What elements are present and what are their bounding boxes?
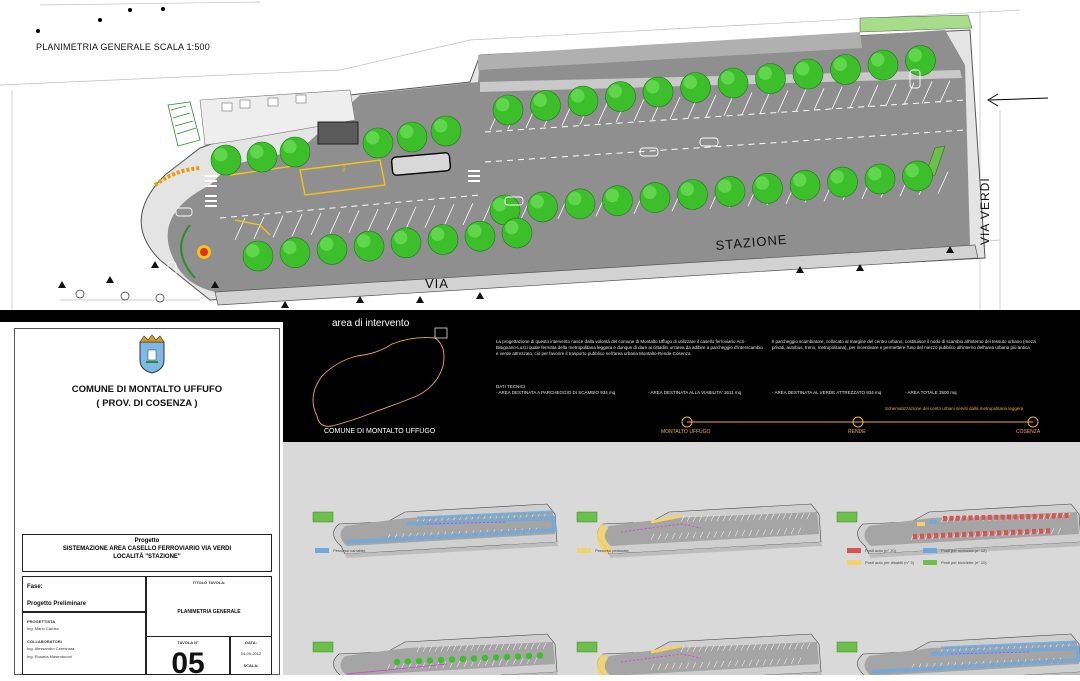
legend-moto-spaces: Posti per motocicli (n° 12) [941, 548, 987, 553]
tree-icon [242, 240, 274, 272]
tree-icon [677, 179, 708, 210]
mini-plan [836, 633, 1080, 675]
tree-icon [316, 234, 348, 265]
mini-plan [576, 633, 822, 675]
designer-name: Ing. Mario Caruso [27, 626, 59, 631]
legend-car-spaces: Posti auto (n° 70) [865, 548, 896, 553]
street-label-via: VIA [425, 276, 449, 291]
sheet-number-label: TAVOLA N° [177, 640, 199, 645]
project-box: Progetto SISTEMAZIONE AREA CASELLO FERRO… [22, 534, 272, 572]
tree-icon [564, 188, 596, 220]
technical-data-2: - AREA DESTINATA ALLA VIABILITA' 1611 mq [648, 390, 742, 395]
tree-icon [830, 54, 861, 85]
sheet-title-label: TITOLO TAVOLA: [192, 580, 226, 585]
phase-box: Fase: Progetto Preliminare [22, 576, 146, 612]
phase-label: Fase: [27, 584, 43, 590]
tree-icon [567, 85, 599, 117]
tree-icon [752, 173, 783, 204]
legend-swatch-moto [923, 548, 937, 553]
legend-swatch-cars [847, 548, 861, 553]
municipality-name: COMUNE DI MONTALTO UFFUFO [71, 384, 223, 395]
tree-icon [492, 94, 524, 126]
diagram-grid: Percorso carrabile Percorso pedonale Pos… [283, 442, 1080, 675]
tree-icon [210, 144, 242, 176]
stop-rende: RENDE [848, 429, 866, 435]
collaborator-1: Ing. Alessandro Cerminara [27, 646, 75, 651]
designer-label: PROGETTISTA [27, 619, 56, 624]
project-title-2: LOCALITÀ "STAZIONE" [113, 554, 181, 560]
municipality-map-caption: COMUNE DI MONTALTO UFFUGO [324, 428, 436, 435]
tree-icon [602, 185, 633, 216]
description-left: La progettazione di questo intervento na… [496, 339, 763, 356]
tree-icon [279, 136, 311, 168]
tree-icon [362, 127, 394, 159]
legend-swatch-bikes [923, 560, 937, 565]
tree-icon [530, 90, 561, 121]
date-scale-box: DATA: 04-09-2012 SCALA: [230, 636, 272, 675]
technical-data-4: - AREA TOTALE 3500 mq [905, 390, 957, 395]
tree-icon [827, 166, 858, 198]
title-block: COMUNE DI MONTALTO UFFUFO ( PROV. DI COS… [0, 322, 283, 680]
designers-box: PROGETTISTA Ing. Mario Caruso COLLABORAT… [22, 612, 146, 675]
legend-swatch-disabled [847, 560, 861, 565]
schema-title: Schematizzazione dei centri urbani servi… [885, 406, 1024, 411]
municipal-crest-icon [139, 334, 165, 374]
legend-pedestrian-path: Percorso pedonale [595, 548, 629, 553]
street-label-via-verdi: VIA VERDI [978, 177, 992, 245]
tree-icon [755, 63, 786, 94]
date-value: 04-09-2012 [240, 651, 262, 656]
date-label: DATA: [245, 640, 257, 645]
collaborators-label: COLLABORATORI [27, 639, 62, 644]
legend-vehicle-path: Percorso carrabile [333, 548, 366, 553]
tree-icon [639, 182, 671, 213]
tree-icon [430, 115, 462, 147]
tree-icon [680, 72, 711, 103]
tree-icon [717, 67, 749, 99]
phase-value: Progetto Preliminare [27, 601, 87, 607]
tree-icon [396, 121, 428, 153]
tree-icon [464, 220, 496, 252]
legend-disabled-spaces: Posti auto per disabili (n° 3) [865, 560, 914, 565]
municipality-outline-map [312, 327, 448, 427]
sheet-title-box: TITOLO TAVOLA: PLANIMETRIA GENERALE [146, 576, 272, 642]
tree-icon [605, 81, 636, 112]
tree-icon [789, 169, 821, 201]
sheet-title-value: PLANIMETRIA GENERALE [177, 609, 241, 615]
sheet-number-box: TAVOLA N° 05 [146, 636, 230, 680]
tree-icon [279, 237, 311, 268]
legend-swatch-pedestrian [577, 548, 591, 553]
mini-plans [312, 503, 1080, 675]
metro-line-diagram [681, 416, 1039, 428]
tree-icon [527, 191, 558, 223]
tree-icon [864, 163, 896, 195]
legend-swatch-vehicle [315, 548, 329, 553]
scale-label: SCALA: [243, 663, 259, 668]
technical-data-1: - AREA DESTINATA A PARCHEGGIO DI SCAMBIO… [496, 390, 616, 395]
tree-icon [642, 76, 674, 108]
legend-bike-spaces: Posti per biciclette (n° 10) [941, 560, 987, 565]
stop-cosenza: COSENZA [1016, 429, 1041, 435]
tree-icon [353, 230, 385, 262]
site-plan: PLANIMETRIA GENERALE SCALA 1:500 VIA STA… [0, 0, 1080, 310]
info-panel: area di intervento COMUNE DI MONTALTO UF… [283, 318, 1080, 442]
technical-data-3: - AREA DESTINATA AL VERDE ATTREZZATO 934… [772, 390, 882, 395]
tree-icon [902, 160, 933, 192]
project-label: Progetto [134, 538, 160, 544]
collaborator-2: Ing. Rosaria Mastrobuoni [27, 654, 72, 659]
tree-icon [867, 49, 899, 81]
sheet-number-value: 05 [171, 647, 205, 680]
province-name: ( PROV. DI COSENZA ) [96, 398, 198, 409]
tree-icon [390, 227, 422, 259]
stop-montalto: MONTALTO UFFUGO [661, 429, 711, 435]
plan-drawing [0, 1, 1049, 310]
tree-icon [501, 217, 533, 249]
project-title-1: SISTEMAZIONE AREA CASELLO FERROVIARIO VI… [62, 546, 232, 552]
mini-plan [312, 633, 558, 675]
tree-icon [792, 58, 824, 90]
tree-icon [427, 224, 459, 255]
tree-icon [714, 176, 746, 207]
direction-arrow [987, 93, 1049, 107]
tree-icon [246, 141, 278, 173]
description-right: Il parcheggio scambiatore, collocato al … [772, 339, 1037, 350]
